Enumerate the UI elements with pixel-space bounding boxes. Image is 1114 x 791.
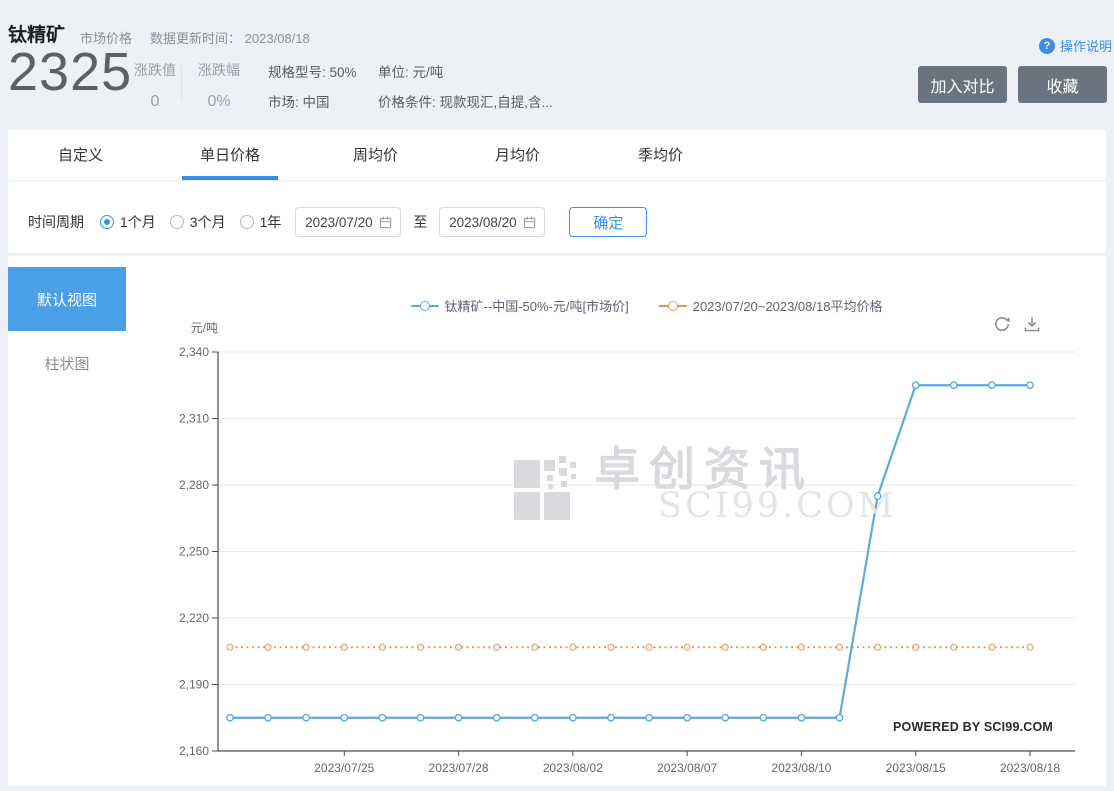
current-price: 2325 xyxy=(8,42,133,102)
change-value-label: 涨跌值 xyxy=(134,62,176,78)
confirm-button[interactable]: 确定 xyxy=(569,207,648,237)
change-pct: 0% xyxy=(207,93,231,110)
change-value: 0 xyxy=(150,93,160,110)
sidebar-item-bar-chart[interactable]: 柱状图 xyxy=(8,350,126,376)
svg-text:2,250: 2,250 xyxy=(179,545,209,559)
sidebar-item-default-view[interactable]: 默认视图 xyxy=(8,267,126,331)
svg-text:2,190: 2,190 xyxy=(179,678,209,692)
date-from-input[interactable]: 2023/07/20 xyxy=(295,207,402,237)
radio-icon xyxy=(169,215,184,229)
chart-panel: 默认视图 柱状图 钛精矿--中国-50%-元/吨[市场价] 2023/07/20… xyxy=(8,256,1106,786)
spec-unit: 单位: 元/吨 xyxy=(378,65,444,80)
svg-text:2023/07/28: 2023/07/28 xyxy=(429,761,489,775)
add-compare-button[interactable]: 加入对比 xyxy=(918,66,1007,103)
spec-market: 市场: 中国 xyxy=(268,95,330,110)
powered-by: POWERED BY SCI99.COM xyxy=(893,720,1054,734)
change-pct-block: 涨跌幅 0% xyxy=(190,60,248,111)
tab-custom[interactable]: 自定义 xyxy=(58,144,103,165)
change-value-block: 涨跌值 0 xyxy=(126,60,184,111)
legend-item-average-series[interactable]: 2023/07/20~2023/08/18平均价格 xyxy=(658,296,882,315)
tab-weekly-avg[interactable]: 周均价 xyxy=(353,144,398,165)
tab-daily-price[interactable]: 单日价格 xyxy=(200,144,260,165)
spec-model: 规格型号: 50% xyxy=(268,65,357,80)
radio-1-year[interactable]: 1年 xyxy=(239,212,281,232)
svg-text:2,160: 2,160 xyxy=(179,744,209,758)
help-label: 操作说明 xyxy=(1059,39,1112,54)
svg-text:2023/08/15: 2023/08/15 xyxy=(886,761,946,775)
svg-text:元/吨: 元/吨 xyxy=(191,321,218,335)
svg-text:2023/08/02: 2023/08/02 xyxy=(543,761,603,775)
radio-icon xyxy=(239,215,254,229)
calendar-icon xyxy=(523,216,535,228)
to-label: 至 xyxy=(413,214,428,230)
filter-row: 时间周期 1个月 3个月 1年 2023/07/20 至 2023/08/20 xyxy=(28,204,648,240)
question-icon: ? xyxy=(1038,37,1055,54)
tabs-filter-panel: 自定义 单日价格 周均价 月均价 季均价 时间周期 1个月 3个月 1年 202… xyxy=(8,130,1106,253)
svg-text:2,220: 2,220 xyxy=(179,611,209,625)
favorite-button[interactable]: 收藏 xyxy=(1018,66,1107,103)
update-time: 数据更新时间： 2023/08/18 xyxy=(150,31,310,46)
legend-marker xyxy=(410,300,439,311)
radio-3-month[interactable]: 3个月 xyxy=(169,212,226,232)
refresh-icon[interactable] xyxy=(992,314,1012,334)
price-chart[interactable]: 2,160 2,190 2,220 2,250 2,280 2,310 2,340 元/吨 20… xyxy=(8,256,1106,786)
calendar-icon xyxy=(379,216,391,228)
legend-item-price-series[interactable]: 钛精矿--中国-50%-元/吨[市场价] xyxy=(410,296,629,315)
svg-text:2023/07/25: 2023/07/25 xyxy=(314,761,374,775)
divider xyxy=(181,66,182,100)
change-pct-label: 涨跌幅 xyxy=(198,62,240,78)
svg-text:2023/08/18: 2023/08/18 xyxy=(1000,761,1060,775)
radio-1-month[interactable]: 1个月 xyxy=(100,212,156,232)
tab-monthly-avg[interactable]: 月均价 xyxy=(495,144,540,165)
svg-text:2,280: 2,280 xyxy=(179,478,209,492)
legend-marker xyxy=(658,300,687,311)
spec-condition: 价格条件: 现款现汇,自提,含... xyxy=(378,95,553,110)
date-to-input[interactable]: 2023/08/20 xyxy=(439,207,546,237)
help-link[interactable]: ? 操作说明 xyxy=(1038,36,1112,55)
svg-text:2,340: 2,340 xyxy=(179,345,209,359)
radio-icon xyxy=(100,215,114,229)
tab-bar: 自定义 单日价格 周均价 月均价 季均价 xyxy=(8,130,1106,181)
download-icon[interactable] xyxy=(1022,314,1042,334)
svg-text:2023/08/07: 2023/08/07 xyxy=(657,761,717,775)
period-label: 时间周期 xyxy=(28,214,84,230)
svg-text:2,310: 2,310 xyxy=(179,412,209,426)
chart-legend: 钛精矿--中国-50%-元/吨[市场价] 2023/07/20~2023/08/… xyxy=(218,296,1075,315)
chart-toolbar xyxy=(992,314,1042,334)
tab-quarterly-avg[interactable]: 季均价 xyxy=(638,144,683,165)
svg-text:2023/08/10: 2023/08/10 xyxy=(771,761,831,775)
active-tab-underline xyxy=(182,176,278,180)
